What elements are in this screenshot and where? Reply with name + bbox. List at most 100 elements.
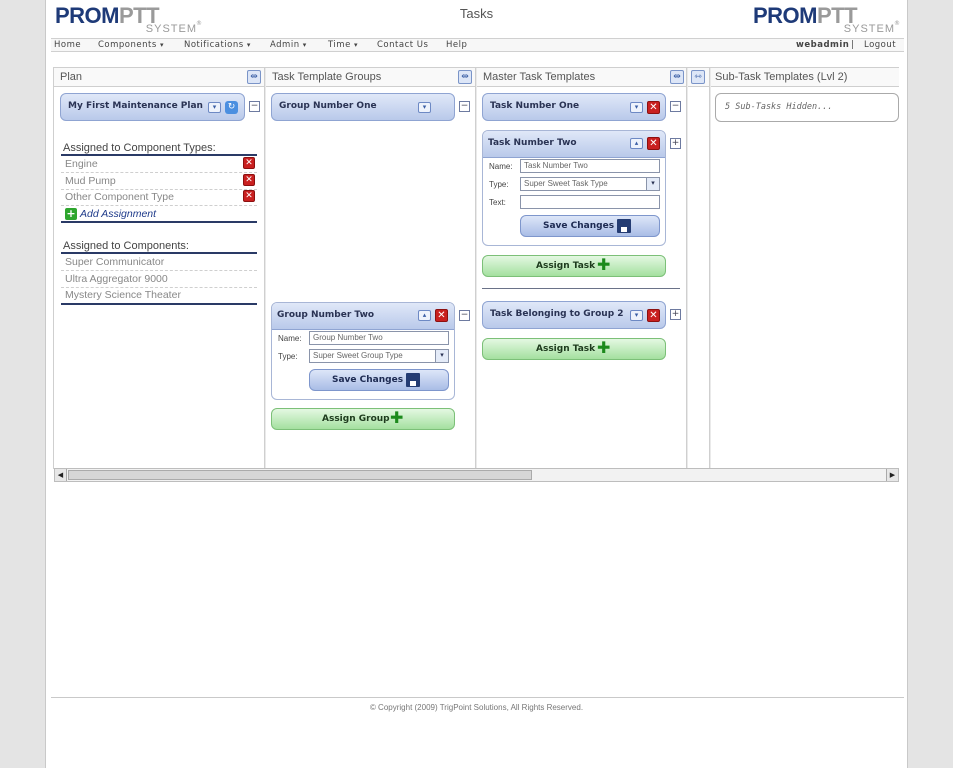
save-disk-icon [617, 219, 631, 233]
task-card-label: Task Belonging to Group 2 [490, 309, 624, 319]
task-card[interactable]: Task Number One ▾ ✕ [482, 93, 666, 121]
dropdown-icon[interactable]: ▾ [208, 102, 221, 113]
section-rule [61, 303, 257, 305]
group-card-label: Group Number One [279, 101, 377, 111]
task-type-select[interactable]: Super Sweet Task Type ▾ [520, 177, 660, 191]
task-edit-label: Task Number Two [488, 138, 577, 148]
task-edit-panel: Task Number Two ▴ ✕ Name: Task Number Tw… [482, 130, 666, 246]
assign-group-button[interactable]: Assign Group ✚ [271, 408, 455, 430]
collapse-column-icon[interactable]: ⇹ [670, 70, 684, 84]
menu-time[interactable]: Time ▾ [328, 40, 358, 50]
current-user[interactable]: webadmin [796, 40, 849, 50]
collapsed-column: ⇿ [688, 68, 710, 468]
collapse-group-button[interactable]: − [459, 310, 470, 321]
component-item: Mystery Science Theater [65, 289, 181, 301]
menu-admin[interactable]: Admin ▾ [270, 40, 307, 50]
task-name-field[interactable]: Task Number Two [520, 159, 660, 173]
expand-task-button[interactable]: + [670, 309, 681, 320]
save-disk-icon [406, 373, 420, 387]
task-card[interactable]: Task Belonging to Group 2 ▾ ✕ [482, 301, 666, 329]
component-item: Super Communicator [65, 256, 165, 268]
scroll-right-icon[interactable]: ▶ [886, 469, 898, 481]
dropdown-icon[interactable]: ▾ [418, 102, 431, 113]
task-text-field[interactable] [520, 195, 660, 209]
remove-icon[interactable]: ✕ [243, 174, 255, 186]
task-edit-header[interactable]: Task Number Two ▴ ✕ [483, 131, 665, 158]
scrollbar-thumb[interactable] [68, 470, 532, 480]
group-edit-header[interactable]: Group Number Two ▴ ✕ [272, 303, 454, 330]
menu-notifications[interactable]: Notifications ▾ [184, 40, 251, 50]
section-rule [61, 154, 257, 156]
remove-icon[interactable]: ✕ [243, 157, 255, 169]
plan-card[interactable]: My First Maintenance Plan ▾ ↻ [60, 93, 245, 121]
menu-components[interactable]: Components ▾ [98, 40, 164, 50]
logo-subtitle-right: SYSTEM [843, 23, 895, 35]
dropup-icon[interactable]: ▴ [418, 310, 431, 321]
remove-icon[interactable]: ✕ [243, 190, 255, 202]
delete-icon[interactable]: ✕ [647, 101, 660, 114]
add-assignment-link[interactable]: Add Assignment [80, 208, 156, 220]
assigned-types-title: Assigned to Component Types: [63, 142, 216, 154]
logo-right[interactable]: PROMPTT SYSTEM ® [749, 4, 901, 36]
horizontal-scrollbar[interactable]: ◀ ▶ [54, 468, 899, 482]
collapse-task-button[interactable]: − [670, 101, 681, 112]
collapse-plan-button[interactable]: − [249, 101, 260, 112]
chevron-down-icon: ▾ [159, 41, 164, 49]
collapse-group-button[interactable]: − [459, 101, 470, 112]
group-name-field[interactable]: Group Number Two [309, 331, 449, 345]
logo-text-a-right: PROM [753, 3, 818, 28]
component-item: Ultra Aggregator 9000 [65, 273, 168, 285]
menu-home[interactable]: Home [54, 40, 81, 50]
group-edit-panel: Group Number Two ▴ ✕ Name: Group Number … [271, 302, 455, 400]
subtask-column-header: Sub-Task Templates (Lvl 2) [711, 68, 899, 87]
expand-task-button[interactable]: + [670, 138, 681, 149]
logo-registered-mark: ® [196, 20, 202, 27]
master-column-title: Master Task Templates [483, 71, 596, 83]
assign-task-button[interactable]: Assign Task ✚ [482, 255, 666, 277]
component-type-item: Engine [65, 158, 98, 170]
save-changes-button[interactable]: Save Changes [309, 369, 449, 391]
assign-task-button[interactable]: Assign Task ✚ [482, 338, 666, 360]
delete-icon[interactable]: ✕ [647, 137, 660, 150]
chevron-down-icon: ▾ [246, 41, 251, 49]
add-icon[interactable]: + [65, 208, 77, 220]
save-changes-label: Save Changes [332, 375, 404, 385]
collapse-column-icon[interactable]: ⇹ [458, 70, 472, 84]
plus-icon: ✚ [597, 338, 611, 357]
scroll-left-icon[interactable]: ◀ [55, 469, 67, 481]
dropdown-icon[interactable]: ▾ [630, 310, 643, 321]
delete-icon[interactable]: ✕ [435, 309, 448, 322]
delete-icon[interactable]: ✕ [647, 309, 660, 322]
chevron-down-icon: ▾ [354, 41, 359, 49]
logout-link[interactable]: Logout [864, 40, 896, 50]
logo-wordmark-right: PROMPTT [753, 3, 858, 28]
menu-time-label: Time [328, 40, 351, 50]
menu-help[interactable]: Help [446, 40, 467, 50]
plan-column-title: Plan [60, 71, 83, 83]
subtask-column: Sub-Task Templates (Lvl 2) 5 Sub-Tasks H… [711, 68, 899, 468]
menu-contact[interactable]: Contact Us [377, 40, 428, 50]
groups-column-title: Task Template Groups [272, 71, 382, 83]
task-text-label: Text: [489, 198, 506, 207]
item-divider [61, 205, 257, 206]
assign-task-label: Assign Task [536, 261, 596, 271]
hidden-subtasks-box[interactable]: 5 Sub-Tasks Hidden... [715, 93, 899, 122]
hidden-subtasks-label: 5 Sub-Tasks Hidden... [725, 102, 833, 112]
group-type-select[interactable]: Super Sweet Group Type ▾ [309, 349, 449, 363]
collapse-column-icon[interactable]: ⇹ [247, 70, 261, 84]
plus-icon: ✚ [390, 408, 404, 427]
menu-components-label: Components [98, 40, 157, 50]
menu-separator: | [851, 40, 855, 50]
group-card[interactable]: Group Number One ▾ [271, 93, 455, 121]
dropup-icon[interactable]: ▴ [630, 138, 643, 149]
group-divider [482, 288, 680, 289]
groups-column-header: Task Template Groups ⇹ [266, 68, 475, 87]
section-rule [61, 252, 257, 254]
task-type-label: Type: [489, 180, 509, 189]
expand-column-icon[interactable]: ⇿ [691, 70, 705, 84]
dropdown-icon[interactable]: ▾ [630, 102, 643, 113]
footer-divider [51, 697, 904, 698]
save-changes-button[interactable]: Save Changes [520, 215, 660, 237]
refresh-icon[interactable]: ↻ [225, 101, 238, 114]
menu-admin-label: Admin [270, 40, 300, 50]
